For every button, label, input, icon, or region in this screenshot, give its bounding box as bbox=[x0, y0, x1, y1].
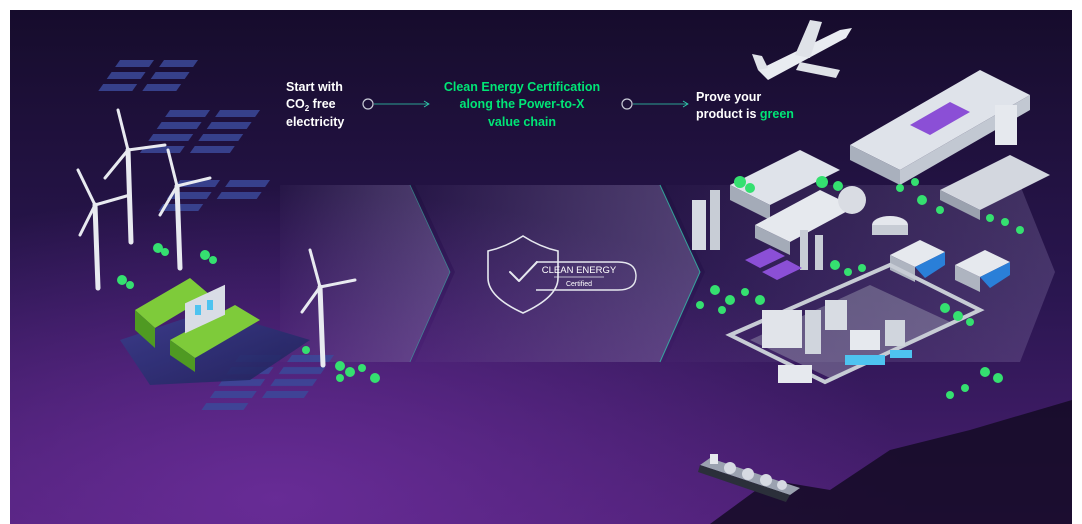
power-to-x-scene: Start with CO2 free electricity Clean En… bbox=[10, 10, 1072, 524]
start-co: CO bbox=[286, 97, 305, 111]
badge-subtitle: Certified bbox=[566, 281, 592, 288]
prove-line-1: Prove your bbox=[696, 90, 761, 104]
prove-green-word: green bbox=[760, 107, 794, 121]
prove-line-2: product is green bbox=[696, 107, 794, 121]
start-line-2: CO2 free bbox=[286, 97, 336, 113]
start-line-1: Start with bbox=[286, 80, 343, 94]
start-free: free bbox=[309, 97, 335, 111]
infographic-frame: Start with CO2 free electricity Clean En… bbox=[0, 0, 1082, 524]
start-line-3: electricity bbox=[286, 115, 344, 129]
cert-line-2: along the Power-to-X bbox=[460, 97, 586, 111]
cert-line-1: Clean Energy Certification bbox=[444, 80, 600, 94]
cert-line-3: value chain bbox=[488, 115, 556, 129]
scene-svg: Start with CO2 free electricity Clean En… bbox=[10, 10, 1072, 524]
prove-line-2-text: product is bbox=[696, 107, 760, 121]
badge-title: CLEAN ENERGY bbox=[542, 265, 617, 276]
